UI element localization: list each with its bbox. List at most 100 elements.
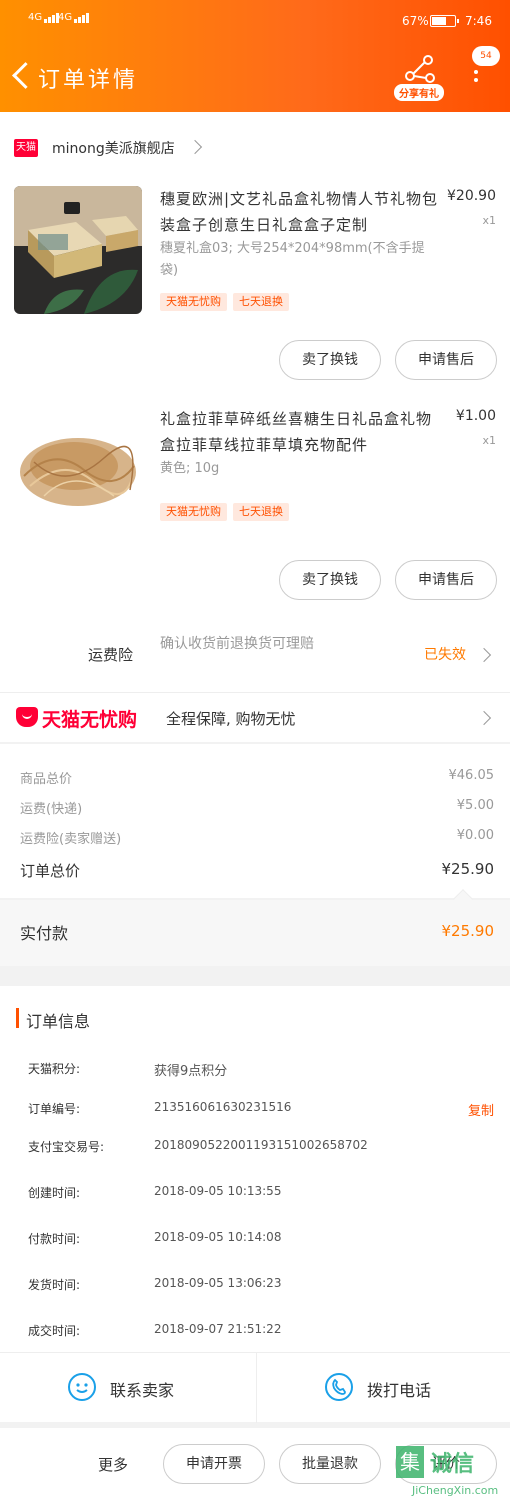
more-dots-icon [474,70,478,86]
info-value: 2018090522001193151002658702 [154,1138,368,1152]
watermark-logo: 集 诚信 JiChengXin.com [390,1440,510,1500]
status-bar: 4G 4G 67% 7:46 [0,0,510,40]
order-total-row: 订单总价 ¥25.90 [20,860,494,884]
info-label: 创建时间: [28,1186,81,1200]
tag-return: 七天退换 [233,503,289,521]
order-info: 订单信息 天猫积分: 获得9点积分 订单编号: 213516061630231516… [0,986,510,1352]
info-value: 2018-09-05 10:13:55 [154,1184,282,1198]
chevron-right-icon [476,710,492,726]
tmall-logo-icon: 天猫 [14,139,38,157]
call-phone-button[interactable]: 拨打电话 [256,1353,510,1423]
apply-invoice-button[interactable]: 申请开票 [163,1444,265,1484]
summary-row: 运费(快递) ¥5.00 [20,798,494,822]
call-phone-label: 拨打电话 [367,1381,432,1400]
product-price: ¥1.00 [455,408,496,424]
info-row-paid: 付款时间: 2018-09-05 10:14:08 [28,1230,494,1252]
after-sale-button[interactable]: 申请售后 [395,340,497,380]
store-name: minong美派旗舰店 [52,141,175,157]
contact-seller-label: 联系卖家 [110,1381,175,1400]
watermark-mark: 集 [396,1446,424,1478]
contact-seller-button[interactable]: 联系卖家 [0,1353,254,1423]
summary-label: 运费(快递) [20,802,83,817]
product-sku: 黄色; 10g [160,461,220,476]
product-item[interactable]: 穗夏欧洲|文艺礼品盒礼物情人节礼物包装盒子创意生日礼盒盒子定制 穗夏礼盒03; … [0,174,510,394]
product-item[interactable]: 礼盒拉菲草碎纸丝喜糖生日礼品盒礼物盒拉菲草线拉菲草填充物配件 黄色; 10g 天… [0,394,510,614]
summary-label: 运费险(卖家赠送) [20,832,122,847]
summary-row: 商品总价 ¥46.05 [20,768,494,792]
info-row-shipped: 发货时间: 2018-09-05 13:06:23 [28,1276,494,1298]
product-price: ¥20.90 [447,188,496,204]
app-header: 4G 4G 67% 7:46 订单详情 分享有礼 54 [0,0,510,112]
info-row-completed: 成交时间: 2018-09-07 21:51:22 [28,1322,494,1344]
phone-icon [325,1373,353,1401]
amount-paid-label: 实付款 [20,924,69,943]
shield-icon [16,707,38,727]
resell-button[interactable]: 卖了换钱 [279,560,381,600]
product-title[interactable]: 穗夏欧洲|文艺礼品盒礼物情人节礼物包装盒子创意生日礼盒盒子定制 [160,186,440,238]
battery-percent: 67% [402,14,429,28]
tag-return: 七天退换 [233,293,289,311]
freight-insurance-desc: 确认收货前退换货可理赔 [160,636,314,652]
freight-insurance-label: 运费险 [88,646,134,664]
info-row-created: 创建时间: 2018-09-05 10:13:55 [28,1184,494,1206]
page-title: 订单详情 [38,68,139,93]
chat-face-icon [68,1373,96,1401]
contact-bar: 联系卖家 拨打电话 [0,1352,510,1423]
summary-value: ¥46.05 [448,768,495,783]
store-section: 天猫 minong美派旗舰店 穗夏欧洲|文艺礼品盒礼物情人节礼物包装盒子创意生日… [0,112,510,742]
info-label: 订单编号: [28,1102,81,1116]
info-label: 付款时间: [28,1232,81,1246]
summary-label: 订单总价 [20,862,81,880]
more-menu-button[interactable]: 54 [462,46,506,94]
summary-value: ¥25.90 [441,860,495,878]
message-count-badge: 54 [472,46,500,66]
wuyou-guarantee-row[interactable]: 天猫无忧购 全程保障, 购物无忧 [0,692,510,742]
copy-button[interactable]: 复制 [468,1100,494,1119]
freight-insurance-status: 已失效 [424,647,466,663]
info-row-points: 天猫积分: 获得9点积分 [28,1060,494,1082]
amount-paid-value: ¥25.90 [441,922,495,940]
product-thumbnail[interactable] [14,406,142,534]
product-tags: 天猫无忧购 七天退换 [160,290,295,311]
tmall-wuyou-logo: 天猫无忧购 [16,705,152,731]
order-info-title: 订单信息 [26,1012,91,1031]
back-button[interactable] [8,60,32,94]
summary-value: ¥0.00 [456,828,494,843]
product-title[interactable]: 礼盒拉菲草碎纸丝喜糖生日礼品盒礼物盒拉菲草线拉菲草填充物配件 [160,406,440,458]
section-marker [16,1008,19,1028]
info-label: 支付宝交易号: [28,1140,105,1154]
wuyou-desc: 全程保障, 购物无忧 [166,710,296,728]
share-label: 分享有礼 [394,84,444,101]
signal-icon: 4G [28,12,60,23]
summary-label: 商品总价 [20,772,73,787]
product-thumbnail[interactable] [14,186,142,314]
price-summary: 商品总价 ¥46.05 运费(快递) ¥5.00 运费险(卖家赠送) ¥0.00 订单… [0,744,510,898]
tag-wuyou: 天猫无忧购 [160,503,227,521]
info-value: 213516061630231516 [154,1100,292,1114]
more-actions-button[interactable]: 更多 [98,1454,128,1475]
after-sale-button[interactable]: 申请售后 [395,560,497,600]
freight-insurance-row[interactable]: 运费险 确认收货前退换货可理赔 已失效 [0,630,510,678]
resell-button[interactable]: 卖了换钱 [279,340,381,380]
info-row-order-number: 订单编号: 213516061630231516 复制 [28,1100,494,1122]
info-value: 2018-09-05 13:06:23 [154,1276,282,1290]
summary-row: 运费险(卖家赠送) ¥0.00 [20,828,494,852]
product-tags: 天猫无忧购 七天退换 [160,500,295,521]
product-quantity: x1 [482,214,496,227]
product-quantity: x1 [482,434,496,447]
chevron-right-icon [187,139,203,155]
info-value: 2018-09-07 21:51:22 [154,1322,282,1336]
watermark-url: JiChengXin.com [412,1484,499,1497]
info-label: 成交时间: [28,1324,81,1338]
share-button[interactable]: 分享有礼 [394,52,446,102]
battery-icon [430,15,459,27]
chevron-right-icon [476,647,492,663]
wuyou-logo-text: 天猫无忧购 [42,709,138,731]
watermark-text: 诚信 [430,1452,475,1477]
batch-refund-button[interactable]: 批量退款 [279,1444,381,1484]
product-sku: 穗夏礼盒03; 大号254*204*98mm(不含手提袋) [160,241,425,278]
clock: 7:46 [465,14,492,28]
info-value: 2018-09-05 10:14:08 [154,1230,282,1244]
info-label: 发货时间: [28,1278,81,1292]
info-label: 天猫积分: [28,1062,81,1076]
